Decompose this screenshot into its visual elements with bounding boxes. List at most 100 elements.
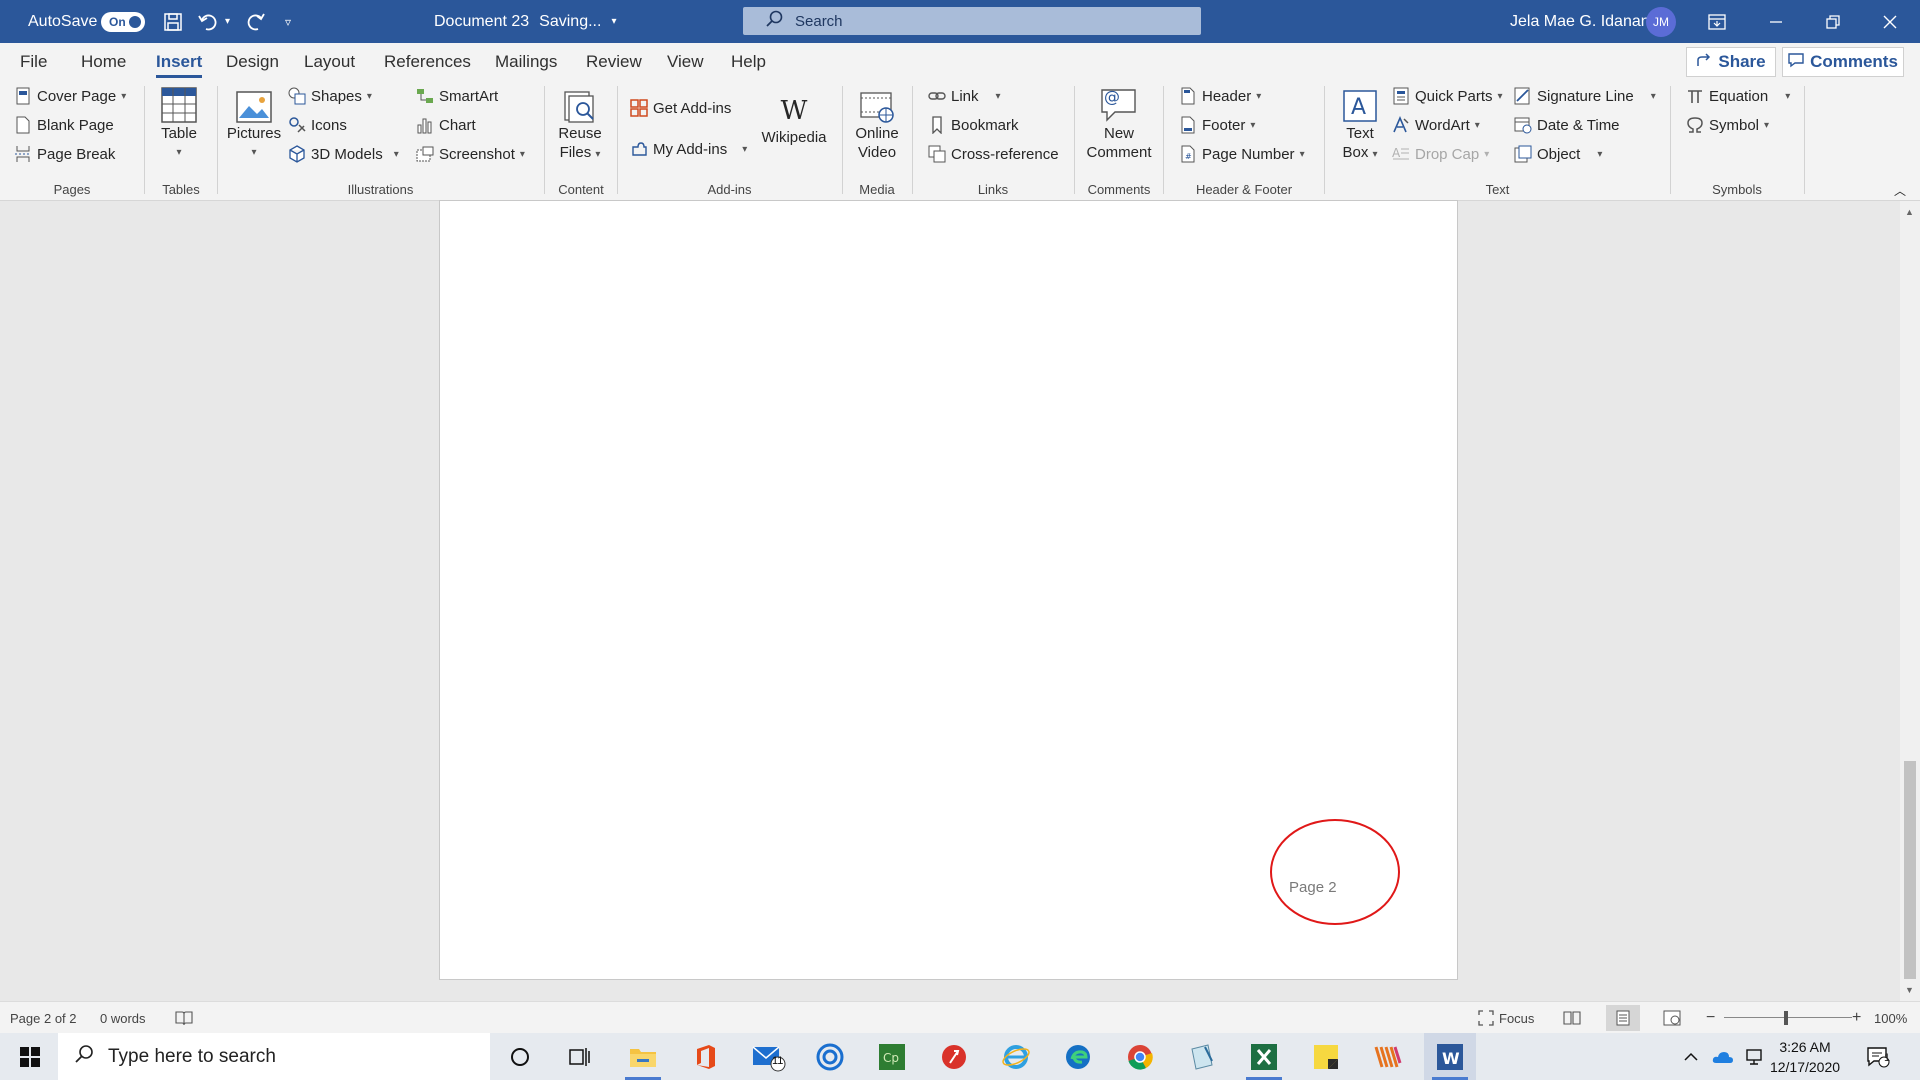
chart-button[interactable]: Chart: [416, 116, 476, 134]
get-addins-button[interactable]: Get Add-ins: [630, 99, 731, 117]
zoom-in-button[interactable]: +: [1852, 1002, 1861, 1034]
share-button[interactable]: Share: [1686, 47, 1776, 77]
red-app-icon[interactable]: [928, 1033, 980, 1080]
ribbon-display-options-icon[interactable]: [1708, 0, 1726, 43]
word-icon[interactable]: W: [1424, 1033, 1476, 1080]
quick-parts-button[interactable]: Quick Parts ▾: [1392, 87, 1503, 105]
tab-mailings[interactable]: Mailings: [495, 43, 557, 80]
search-box[interactable]: Search: [743, 7, 1201, 35]
tab-file[interactable]: File: [20, 43, 47, 80]
drop-cap-button[interactable]: A Drop Cap ▾: [1392, 145, 1489, 163]
undo-icon[interactable]: [198, 0, 220, 43]
signature-line-button[interactable]: Signature Line ▾: [1514, 87, 1656, 105]
edge-spiral-app-icon[interactable]: [804, 1033, 856, 1080]
date-time-button[interactable]: Date & Time: [1514, 116, 1620, 134]
table-button[interactable]: Table ▾: [156, 86, 202, 162]
web-layout-icon[interactable]: [1663, 1002, 1681, 1034]
notepad-app-icon[interactable]: [1176, 1033, 1228, 1080]
tab-home[interactable]: Home: [81, 43, 126, 80]
avatar[interactable]: JM: [1646, 0, 1676, 43]
document-title-area[interactable]: Document 23 Saving... ▾: [434, 0, 616, 43]
footer-button[interactable]: Footer ▾: [1179, 116, 1255, 134]
comments-button[interactable]: Comments: [1782, 47, 1904, 77]
pictures-button[interactable]: Pictures ▾: [226, 90, 282, 162]
colorful-app-icon[interactable]: [1362, 1033, 1414, 1080]
scroll-down-arrow-icon[interactable]: ▼: [1905, 985, 1914, 995]
my-addins-button[interactable]: My Add-ins ▾: [630, 140, 747, 158]
sticky-notes-icon[interactable]: [1300, 1033, 1352, 1080]
tab-help[interactable]: Help: [731, 43, 766, 80]
bookmark-button[interactable]: Bookmark: [928, 116, 1019, 134]
zoom-slider-thumb[interactable]: [1784, 1011, 1788, 1025]
screenshot-button[interactable]: Screenshot ▾: [416, 145, 525, 163]
cross-reference-button[interactable]: Cross-reference: [928, 145, 1059, 163]
chrome-icon[interactable]: [1114, 1033, 1166, 1080]
undo-dropdown-chevron-icon[interactable]: ▾: [225, 0, 230, 43]
read-mode-icon[interactable]: [1563, 1002, 1581, 1034]
tab-view[interactable]: View: [667, 43, 704, 80]
page-info[interactable]: Page 2 of 2: [10, 1002, 77, 1034]
wordart-button[interactable]: WordArt ▾: [1392, 116, 1480, 134]
3d-models-button[interactable]: 3D Models ▾: [288, 145, 399, 163]
new-comment-button[interactable]: @ New Comment: [1081, 86, 1157, 162]
text-box-button[interactable]: A Text Box ▾: [1336, 88, 1384, 164]
customize-toolbar-icon[interactable]: ▿: [285, 0, 291, 43]
captivate-app-icon[interactable]: Cp: [866, 1033, 918, 1080]
taskbar-search-box[interactable]: Type here to search: [58, 1033, 490, 1080]
proofing-book-icon[interactable]: [175, 1002, 193, 1034]
onedrive-cloud-icon[interactable]: [1712, 1033, 1734, 1080]
print-layout-icon[interactable]: [1606, 1005, 1640, 1031]
tab-design[interactable]: Design: [226, 43, 279, 80]
close-icon[interactable]: [1882, 0, 1898, 43]
scrollbar-thumb[interactable]: [1904, 761, 1916, 979]
office-icon[interactable]: [680, 1033, 732, 1080]
cover-page-button[interactable]: Cover Page ▾: [14, 87, 126, 105]
tab-layout[interactable]: Layout: [304, 43, 355, 80]
show-hidden-icons-chevron-up-icon[interactable]: [1683, 1033, 1699, 1080]
redo-icon[interactable]: [244, 0, 266, 43]
header-button[interactable]: Header ▾: [1179, 87, 1261, 105]
edge-browser-icon[interactable]: [1052, 1033, 1104, 1080]
focus-button[interactable]: Focus: [1478, 1002, 1534, 1034]
page-break-button[interactable]: Page Break: [14, 145, 115, 163]
file-explorer-icon[interactable]: [617, 1033, 669, 1080]
smartart-button[interactable]: SmartArt: [416, 87, 498, 105]
zoom-level[interactable]: 100%: [1874, 1002, 1907, 1034]
object-button[interactable]: Object ▾: [1514, 145, 1602, 163]
minimize-icon[interactable]: [1768, 0, 1784, 43]
shapes-button[interactable]: Shapes ▾: [288, 87, 372, 105]
tab-references[interactable]: References: [384, 43, 471, 80]
action-center-notification-icon[interactable]: 1: [1866, 1033, 1890, 1080]
group-label-media: Media: [859, 182, 895, 197]
cortana-icon[interactable]: [494, 1033, 546, 1080]
user-name[interactable]: Jela Mae G. Idanan: [1510, 0, 1650, 43]
word-count[interactable]: 0 words: [100, 1002, 146, 1034]
vertical-scrollbar[interactable]: ▲ ▼: [1900, 201, 1920, 1001]
mail-icon[interactable]: 11: [743, 1033, 795, 1080]
icons-button[interactable]: Icons: [288, 116, 347, 134]
excel-icon[interactable]: [1238, 1033, 1290, 1080]
save-icon[interactable]: [163, 0, 183, 43]
zoom-out-button[interactable]: −: [1706, 1002, 1715, 1034]
scroll-up-arrow-icon[interactable]: ▲: [1905, 207, 1914, 217]
equation-button[interactable]: Equation ▾: [1686, 87, 1790, 105]
reuse-files-button[interactable]: Reuse Files ▾: [554, 90, 606, 164]
tab-review[interactable]: Review: [586, 43, 642, 80]
tab-insert[interactable]: Insert: [156, 43, 203, 80]
ribbon-separator: [617, 86, 618, 194]
restore-icon[interactable]: [1825, 0, 1841, 43]
blank-page-button[interactable]: Blank Page: [14, 116, 114, 134]
zoom-slider[interactable]: [1724, 1002, 1852, 1034]
wikipedia-button[interactable]: W Wikipedia: [756, 94, 832, 147]
system-clock[interactable]: 3:26 AM 12/17/2020: [1760, 1033, 1850, 1080]
link-button[interactable]: Link ▾: [928, 87, 1001, 105]
windows-start-icon[interactable]: [4, 1033, 56, 1080]
internet-explorer-icon[interactable]: [990, 1033, 1042, 1080]
page-number-button[interactable]: # Page Number ▾: [1179, 145, 1305, 163]
online-video-button[interactable]: Online Video: [850, 90, 904, 162]
symbol-button[interactable]: Symbol ▾: [1686, 116, 1769, 134]
autosave-toggle[interactable]: On: [101, 0, 145, 43]
wordart-icon: [1393, 116, 1409, 133]
collapse-ribbon-chevron-up-icon[interactable]: ︿: [1894, 182, 1906, 199]
task-view-icon[interactable]: [554, 1033, 606, 1080]
